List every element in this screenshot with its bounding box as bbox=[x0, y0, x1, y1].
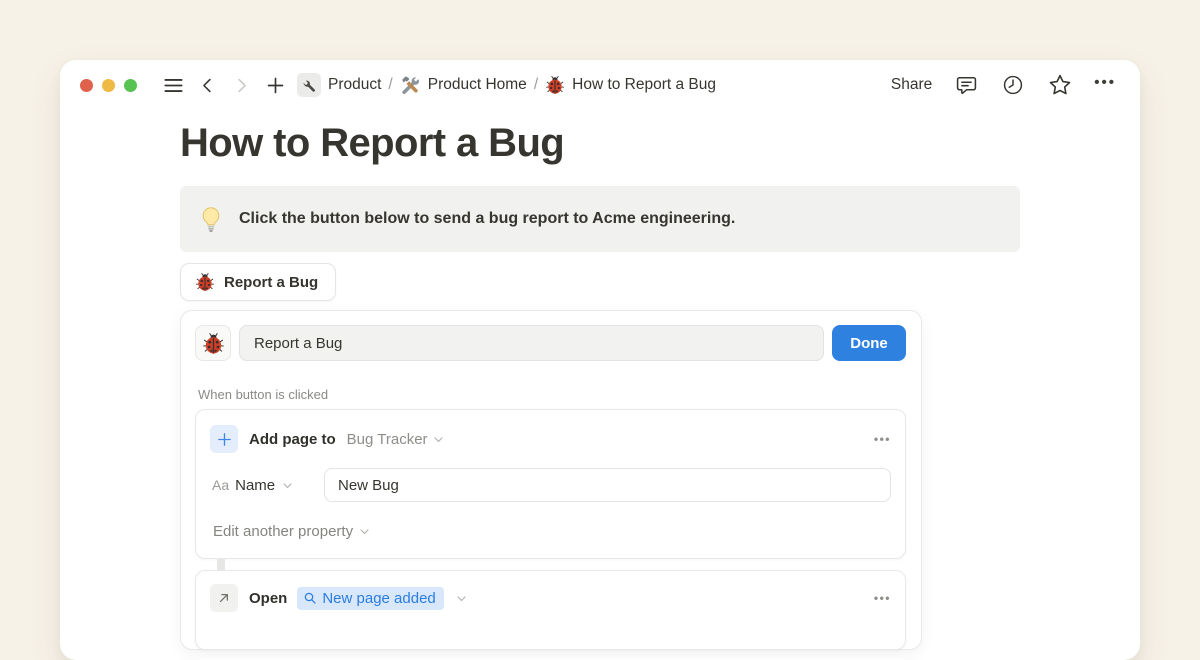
favorite-button[interactable] bbox=[1047, 72, 1073, 98]
page-content: How to Report a Bug Click the button bel… bbox=[60, 108, 1140, 650]
step-action-label: Add page to bbox=[249, 431, 336, 448]
edit-another-property-label: Edit another property bbox=[213, 523, 353, 540]
ladybug-icon bbox=[545, 75, 565, 95]
property-select[interactable]: Aa Name bbox=[212, 477, 324, 494]
panel-header: Done bbox=[195, 325, 906, 361]
button-config-panel: Done When button is clicked Add page to … bbox=[180, 310, 922, 650]
ladybug-icon bbox=[195, 272, 215, 292]
page-title: How to Report a Bug bbox=[180, 121, 1020, 166]
open-target-select[interactable]: New page added bbox=[297, 587, 443, 610]
text-property-type-icon: Aa bbox=[212, 477, 229, 493]
database-select[interactable]: Bug Tracker bbox=[347, 431, 445, 448]
clock-icon bbox=[1002, 74, 1024, 96]
forward-button[interactable] bbox=[228, 72, 254, 98]
chevron-down-icon bbox=[281, 479, 294, 492]
share-button[interactable]: Share bbox=[891, 76, 932, 94]
breadcrumb: Product / Product Home / How to Report a… bbox=[297, 73, 716, 97]
breadcrumb-label: Product Home bbox=[428, 76, 527, 94]
search-icon bbox=[303, 591, 317, 605]
plus-icon bbox=[265, 75, 286, 96]
breadcrumb-label: How to Report a Bug bbox=[572, 76, 716, 94]
star-icon bbox=[1048, 73, 1072, 97]
done-button[interactable]: Done bbox=[832, 325, 906, 361]
trigger-label: When button is clicked bbox=[198, 387, 906, 402]
traffic-lights bbox=[80, 79, 137, 92]
chevron-down-icon bbox=[432, 433, 445, 446]
database-select-value: Bug Tracker bbox=[347, 431, 428, 448]
property-row: Aa Name bbox=[210, 468, 891, 502]
hammer-wrench-icon bbox=[400, 75, 421, 96]
open-page-icon bbox=[210, 584, 238, 612]
topbar-actions: Share ••• bbox=[891, 72, 1116, 98]
comments-button[interactable] bbox=[953, 72, 979, 98]
callout-block: Click the button below to send a bug rep… bbox=[180, 186, 1020, 252]
comment-icon bbox=[955, 74, 978, 97]
sidebar-menu-button[interactable] bbox=[160, 72, 186, 98]
step-action-row: Open New page added ••• bbox=[210, 584, 891, 612]
breadcrumb-separator: / bbox=[534, 76, 538, 94]
step2-more-button[interactable]: ••• bbox=[874, 592, 891, 604]
lightbulb-icon bbox=[198, 206, 224, 232]
button-icon-picker[interactable] bbox=[195, 325, 231, 361]
button-name-input[interactable] bbox=[239, 325, 824, 361]
updates-button[interactable] bbox=[1000, 72, 1026, 98]
more-options-button[interactable]: ••• bbox=[1094, 75, 1116, 95]
arrow-up-right-icon bbox=[216, 590, 232, 606]
step1-more-button[interactable]: ••• bbox=[874, 433, 891, 445]
breadcrumb-label: Product bbox=[328, 76, 381, 94]
new-page-button[interactable] bbox=[262, 72, 288, 98]
app-window: Product / Product Home / How to Report a… bbox=[60, 60, 1140, 660]
ladybug-icon bbox=[202, 332, 225, 355]
add-page-icon bbox=[210, 425, 238, 453]
step-connector bbox=[217, 559, 225, 570]
maximize-window-button[interactable] bbox=[124, 79, 137, 92]
minimize-window-button[interactable] bbox=[102, 79, 115, 92]
hamburger-icon bbox=[162, 74, 185, 97]
breadcrumb-item-product-home[interactable]: Product Home bbox=[400, 75, 527, 96]
property-value-input[interactable] bbox=[324, 468, 891, 502]
chevron-down-icon bbox=[455, 592, 468, 605]
open-target-value: New page added bbox=[322, 590, 435, 607]
chevron-down-icon bbox=[358, 525, 371, 538]
close-window-button[interactable] bbox=[80, 79, 93, 92]
breadcrumb-item-current-page[interactable]: How to Report a Bug bbox=[545, 75, 716, 95]
breadcrumb-separator: / bbox=[388, 76, 392, 94]
step-card-add-page: Add page to Bug Tracker ••• Aa Name bbox=[195, 409, 906, 559]
property-name: Name bbox=[235, 477, 275, 494]
report-bug-button[interactable]: Report a Bug bbox=[180, 263, 336, 301]
chevron-left-icon bbox=[198, 76, 217, 95]
step-action-label: Open bbox=[249, 590, 287, 607]
breadcrumb-item-product[interactable]: Product bbox=[297, 73, 381, 97]
wrench-icon bbox=[297, 73, 321, 97]
back-button[interactable] bbox=[194, 72, 220, 98]
callout-text: Click the button below to send a bug rep… bbox=[239, 210, 735, 228]
step-card-open-page: Open New page added ••• bbox=[195, 570, 906, 650]
report-bug-button-label: Report a Bug bbox=[224, 274, 318, 291]
chevron-right-icon bbox=[232, 76, 251, 95]
nav-controls bbox=[160, 72, 288, 98]
window-topbar: Product / Product Home / How to Report a… bbox=[60, 60, 1140, 108]
step-action-row: Add page to Bug Tracker ••• bbox=[210, 425, 891, 453]
edit-another-property-button[interactable]: Edit another property bbox=[210, 523, 371, 540]
